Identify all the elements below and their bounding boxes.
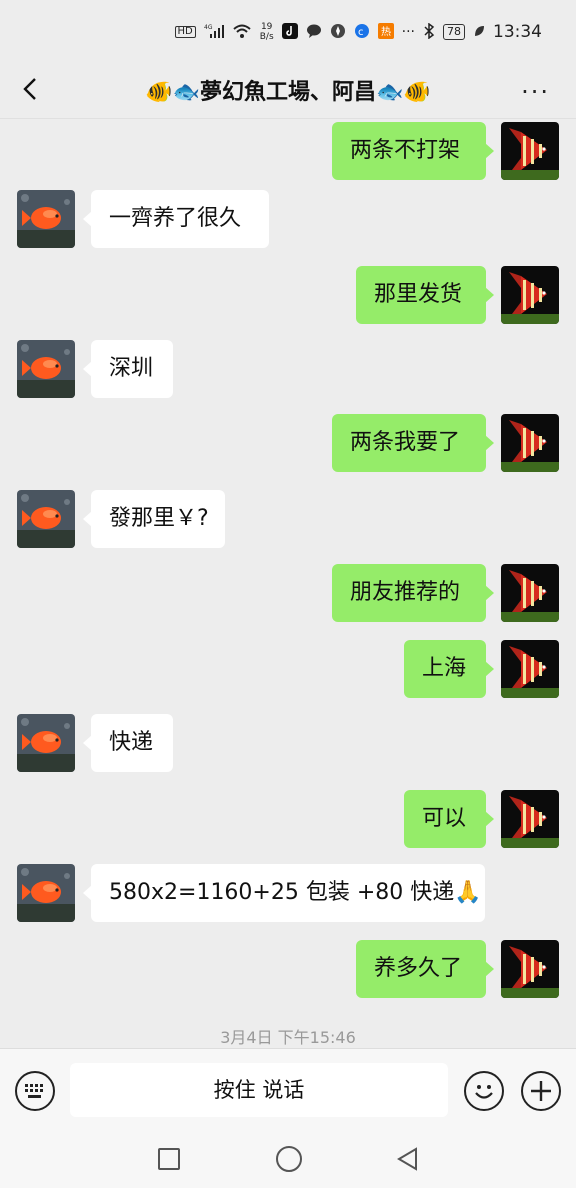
leaf-icon — [473, 24, 485, 41]
network-speed: 19 B/s — [259, 22, 274, 42]
network-type-label: 4G — [204, 24, 213, 31]
status-bar: HD 4G 19 B/s c 热 ··· 78 13:34 — [0, 0, 576, 66]
chat-title: 🐠🐟夢幻魚工場、阿昌🐟🐠 — [145, 80, 431, 105]
message-bubble[interactable]: 快递 — [83, 714, 173, 772]
sent-message: 可以 — [0, 790, 576, 848]
my-avatar[interactable] — [501, 122, 559, 180]
input-bar: 按住 说话 — [0, 1048, 576, 1133]
svg-text:热: 热 — [381, 25, 391, 38]
back-button[interactable] — [18, 76, 44, 102]
chat-icon — [306, 23, 322, 42]
message-bubble[interactable]: 那里发货 — [356, 266, 494, 324]
compass-icon — [330, 23, 346, 42]
received-message: 深圳 — [0, 340, 576, 398]
message-bubble[interactable]: 上海 — [404, 640, 494, 698]
triangle-back-icon — [397, 1147, 417, 1171]
message-bubble[interactable]: 养多久了 — [356, 940, 494, 998]
app-c-icon: c — [354, 23, 370, 42]
message-bubble[interactable]: 两条不打架 — [332, 122, 494, 180]
contact-avatar[interactable] — [17, 490, 75, 548]
system-navigation-bar — [0, 1132, 576, 1188]
received-message: 發那里￥? — [0, 490, 576, 548]
sent-message: 两条不打架 — [0, 122, 576, 180]
wifi-icon — [232, 23, 252, 42]
message-bubble[interactable]: 朋友推荐的 — [332, 564, 494, 622]
message-bubble[interactable]: 深圳 — [83, 340, 173, 398]
message-bubble[interactable]: 可以 — [404, 790, 494, 848]
hd-icon: HD — [174, 26, 196, 38]
smiley-icon — [475, 1085, 493, 1099]
battery-icon: 78 — [443, 24, 465, 40]
sent-message: 那里发货 — [0, 266, 576, 324]
status-time: 13:34 — [493, 22, 542, 42]
my-avatar[interactable] — [501, 790, 559, 848]
my-avatar[interactable] — [501, 640, 559, 698]
sent-message: 朋友推荐的 — [0, 564, 576, 622]
my-avatar[interactable] — [501, 564, 559, 622]
received-message: 快递 — [0, 714, 576, 772]
system-back-button[interactable] — [396, 1146, 420, 1176]
keyboard-button[interactable] — [15, 1071, 55, 1111]
signal-icon: 4G — [204, 23, 224, 42]
message-timestamp: 3月4日 下午15:46 — [220, 1028, 356, 1047]
notification-app-icon: 热 — [377, 22, 394, 42]
keyboard-icon — [25, 1084, 43, 1098]
hold-to-talk-button[interactable]: 按住 说话 — [70, 1063, 448, 1117]
more-notifications-icon: ··· — [401, 24, 415, 40]
contact-avatar[interactable] — [17, 714, 75, 772]
my-avatar[interactable] — [501, 266, 559, 324]
more-functions-button[interactable] — [521, 1071, 561, 1111]
contact-avatar[interactable] — [17, 864, 75, 922]
my-avatar[interactable] — [501, 940, 559, 998]
sent-message: 上海 — [0, 640, 576, 698]
contact-avatar[interactable] — [17, 190, 75, 248]
status-icons: HD 4G 19 B/s c 热 ··· 78 13:34 — [174, 22, 542, 42]
sent-message: 两条我要了 — [0, 414, 576, 472]
tiktok-icon — [281, 22, 298, 42]
emoji-button[interactable] — [464, 1071, 504, 1111]
chevron-left-icon — [23, 78, 36, 100]
sent-message: 养多久了 — [0, 940, 576, 998]
my-avatar[interactable] — [501, 414, 559, 472]
recent-apps-button[interactable] — [158, 1148, 180, 1170]
received-message: 580x2=1160+25 包装 +80 快递🙏 — [0, 864, 576, 922]
message-bubble[interactable]: 两条我要了 — [332, 414, 494, 472]
message-bubble[interactable]: 發那里￥? — [83, 490, 225, 548]
svg-text:c: c — [358, 27, 364, 38]
contact-avatar[interactable] — [17, 340, 75, 398]
message-bubble[interactable]: 580x2=1160+25 包装 +80 快递🙏 — [83, 864, 485, 922]
home-button[interactable] — [276, 1146, 302, 1172]
received-message: 一齊养了很久 — [0, 190, 576, 248]
chat-header: 🐠🐟夢幻魚工場、阿昌🐟🐠 ··· — [0, 62, 576, 119]
more-options-button[interactable]: ··· — [521, 78, 550, 106]
message-list[interactable]: 两条不打架一齊养了很久那里发货深圳两条我要了發那里￥? 朋友推荐的上海快递可以 58… — [0, 118, 576, 1048]
message-bubble[interactable]: 一齊养了很久 — [83, 190, 269, 248]
plus-icon — [531, 1081, 551, 1101]
bluetooth-icon — [423, 22, 435, 42]
